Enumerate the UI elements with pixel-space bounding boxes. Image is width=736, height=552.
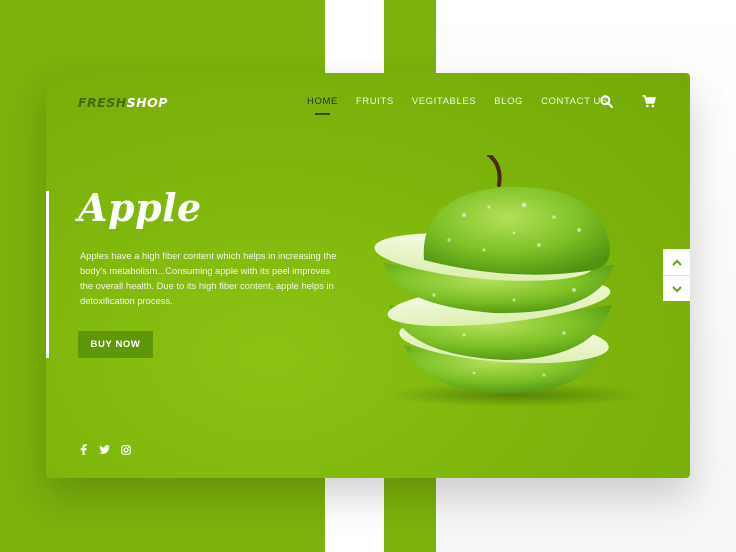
search-button[interactable] (598, 93, 614, 109)
chevron-down-icon (671, 285, 682, 292)
hero-title: Apple (78, 185, 202, 230)
scroll-down-button[interactable] (663, 276, 690, 302)
nav-item-blog[interactable]: BLOG (494, 96, 523, 107)
logo-part-fresh: FRESH (78, 95, 127, 110)
twitter-link[interactable] (99, 444, 110, 455)
main-nav: HOME FRUITS VEGITABLES BLOG CONTACT US (307, 96, 626, 115)
slide-indicator (46, 191, 49, 358)
nav-item-vegitables[interactable]: VEGITABLES (412, 96, 476, 107)
logo-part-shop: SHOP (126, 95, 168, 110)
cart-button[interactable] (641, 93, 657, 109)
instagram-link[interactable] (120, 444, 131, 455)
social-links (78, 444, 131, 455)
sliced-apple-image (374, 155, 644, 407)
cart-icon (642, 94, 656, 107)
search-icon (599, 94, 613, 108)
facebook-icon (80, 444, 87, 455)
slide-scroll-control (663, 249, 690, 301)
nav-item-home[interactable]: HOME (307, 96, 338, 115)
buy-now-button[interactable]: BUY NOW (78, 331, 153, 358)
logo[interactable]: FRESHSHOP (78, 95, 168, 110)
facebook-link[interactable] (78, 444, 89, 455)
hero-card: FRESHSHOP HOME FRUITS VEGITABLES BLOG CO… (46, 73, 690, 478)
twitter-icon (99, 445, 110, 454)
hero-description: Apples have a high fiber content which h… (80, 250, 337, 306)
scroll-up-button[interactable] (663, 249, 690, 276)
nav-item-fruits[interactable]: FRUITS (356, 96, 394, 107)
chevron-up-icon (671, 259, 682, 266)
instagram-icon (120, 444, 131, 455)
